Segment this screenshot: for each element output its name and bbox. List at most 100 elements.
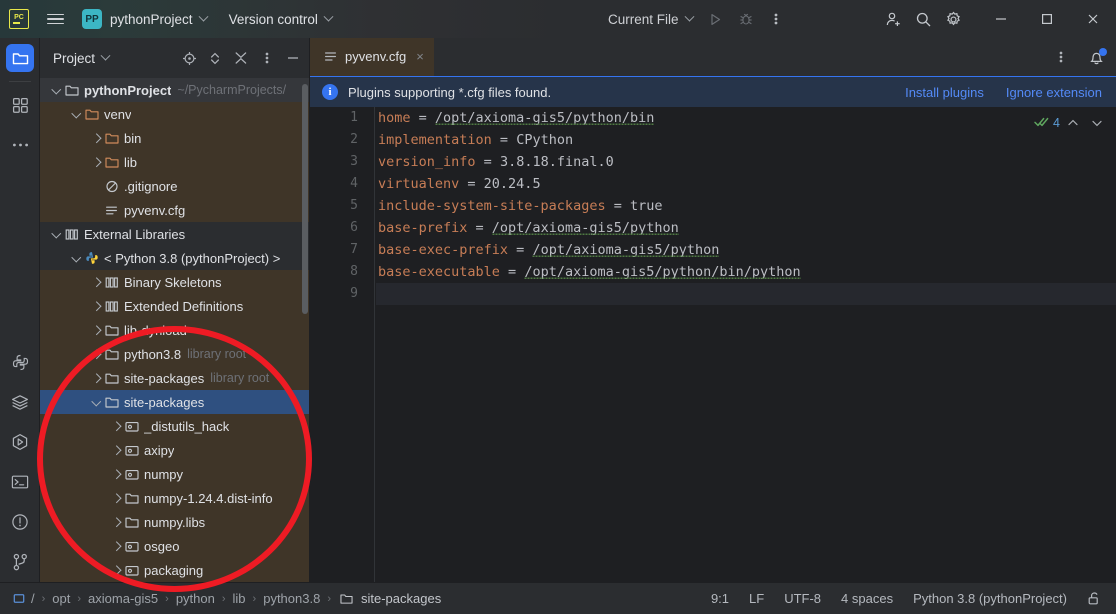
tree-row[interactable]: numpy: [40, 462, 310, 486]
run-icon[interactable]: [701, 0, 731, 38]
tree-row[interactable]: packaging: [40, 558, 310, 582]
breadcrumb-segment[interactable]: site-packages: [361, 591, 441, 606]
code-lines[interactable]: home = /opt/axioma-gis5/python/bin implem…: [376, 107, 1116, 305]
project-tree[interactable]: pythonProject ~/PycharmProjects/ venv bin…: [40, 78, 310, 582]
run-configuration-selector[interactable]: Current File: [608, 11, 694, 27]
inspection-widget[interactable]: 4: [1033, 113, 1108, 133]
tree-row[interactable]: numpy-1.24.4.dist-info: [40, 486, 310, 510]
indent-setting[interactable]: 4 spaces: [841, 591, 893, 606]
code-line[interactable]: base-prefix = /opt/axioma-gis5/python: [376, 217, 1116, 239]
chevron-right-icon[interactable]: [110, 516, 123, 529]
search-icon[interactable]: [908, 0, 938, 38]
chevron-down-icon[interactable]: [90, 396, 103, 409]
more-vertical-icon[interactable]: [761, 0, 791, 38]
file-encoding[interactable]: UTF-8: [784, 591, 821, 606]
project-tree-scrollbar[interactable]: [302, 84, 308, 314]
project-chevron-down-icon[interactable]: [198, 0, 209, 38]
chevron-right-icon[interactable]: [110, 444, 123, 457]
chevron-right-icon[interactable]: [110, 468, 123, 481]
tree-row[interactable]: site-packages: [40, 390, 310, 414]
sidebar-item-terminal[interactable]: [0, 462, 40, 502]
code-line[interactable]: base-executable = /opt/axioma-gis5/pytho…: [376, 261, 1116, 283]
debug-icon[interactable]: [731, 0, 761, 38]
tree-row[interactable]: axipy: [40, 438, 310, 462]
breadcrumb-segment[interactable]: python: [176, 591, 215, 606]
sidebar-item-project[interactable]: [0, 38, 40, 78]
chevron-up-icon[interactable]: [1062, 113, 1084, 133]
tree-row[interactable]: pyvenv.cfg: [40, 198, 310, 222]
breadcrumb-segment[interactable]: python3.8: [263, 591, 320, 606]
chevron-down-icon[interactable]: [50, 84, 63, 97]
close-icon[interactable]: [1070, 0, 1116, 38]
minimize-icon[interactable]: [978, 0, 1024, 38]
chevron-right-icon[interactable]: [90, 348, 103, 361]
maximize-icon[interactable]: [1024, 0, 1070, 38]
unlocked-icon[interactable]: [1087, 591, 1102, 606]
tree-row[interactable]: < Python 3.8 (pythonProject) >: [40, 246, 310, 270]
tree-row[interactable]: python3.8 library root: [40, 342, 310, 366]
interpreter-selector[interactable]: Python 3.8 (pythonProject): [913, 591, 1067, 606]
breadcrumb-segment[interactable]: axioma-gis5: [88, 591, 158, 606]
editor-tab-pyvenv-cfg[interactable]: pyvenv.cfg ×: [310, 38, 434, 76]
breadcrumb-segment[interactable]: opt: [52, 591, 70, 606]
chevron-right-icon[interactable]: [90, 324, 103, 337]
code-editor[interactable]: 1 2 3 4 5 6 7 8 9 home = /opt/axioma-gis5/python…: [310, 107, 1116, 582]
chevron-down-icon[interactable]: [1086, 113, 1108, 133]
chevron-right-icon[interactable]: [110, 492, 123, 505]
more-vertical-icon[interactable]: [254, 45, 280, 71]
caret-position[interactable]: 9:1: [711, 591, 729, 606]
sidebar-item-problems[interactable]: [0, 502, 40, 542]
tree-row[interactable]: External Libraries: [40, 222, 310, 246]
chevron-right-icon[interactable]: [90, 132, 103, 145]
chevron-right-icon[interactable]: [90, 372, 103, 385]
tree-row[interactable]: .gitignore: [40, 174, 310, 198]
sidebar-item-database[interactable]: [0, 382, 40, 422]
tree-row[interactable]: Binary Skeletons: [40, 270, 310, 294]
sidebar-item-python-console[interactable]: [0, 342, 40, 382]
chevron-down-icon[interactable]: [50, 228, 63, 241]
project-name-label[interactable]: pythonProject: [110, 12, 193, 27]
notifications-button[interactable]: [1076, 38, 1116, 76]
chevron-right-icon[interactable]: [90, 276, 103, 289]
code-line[interactable]: implementation = CPython: [376, 129, 1116, 151]
chevron-right-icon[interactable]: [110, 540, 123, 553]
tree-row[interactable]: site-packages library root: [40, 366, 310, 390]
tree-row[interactable]: osgeo: [40, 534, 310, 558]
chevron-down-icon[interactable]: [70, 108, 83, 121]
tree-row[interactable]: pythonProject ~/PycharmProjects/: [40, 78, 310, 102]
breadcrumb-segment[interactable]: lib: [233, 591, 246, 606]
hide-panel-icon[interactable]: [280, 45, 306, 71]
code-line[interactable]: home = /opt/axioma-gis5/python/bin: [376, 107, 1116, 129]
sidebar-item-version-control[interactable]: [0, 542, 40, 582]
ignore-extension-link[interactable]: Ignore extension: [1006, 85, 1102, 100]
code-line[interactable]: version_info = 3.8.18.final.0: [376, 151, 1116, 173]
tree-row[interactable]: Extended Definitions: [40, 294, 310, 318]
tree-row[interactable]: _distutils_hack: [40, 414, 310, 438]
updown-chevrons-icon[interactable]: [202, 45, 228, 71]
tree-row[interactable]: bin: [40, 126, 310, 150]
chevron-right-icon[interactable]: [90, 156, 103, 169]
code-line[interactable]: include-system-site-packages = true: [376, 195, 1116, 217]
sidebar-item-run[interactable]: [0, 422, 40, 462]
install-plugins-link[interactable]: Install plugins: [905, 85, 984, 100]
more-vertical-icon[interactable]: [1048, 38, 1074, 76]
sidebar-item-more-tool-windows[interactable]: [0, 125, 40, 165]
hamburger-menu-icon[interactable]: [38, 0, 72, 38]
tree-row[interactable]: lib: [40, 150, 310, 174]
code-line[interactable]: virtualenv = 20.24.5: [376, 173, 1116, 195]
collapse-all-icon[interactable]: [228, 45, 254, 71]
code-line[interactable]: [376, 283, 1116, 305]
tree-row[interactable]: lib-dynload: [40, 318, 310, 342]
target-icon[interactable]: [176, 45, 202, 71]
sidebar-item-structure[interactable]: [0, 85, 40, 125]
add-user-icon[interactable]: [878, 0, 908, 38]
project-panel-title[interactable]: Project: [53, 50, 111, 66]
chevron-right-icon[interactable]: [110, 564, 123, 577]
gear-icon[interactable]: [938, 0, 968, 38]
chevron-right-icon[interactable]: [90, 300, 103, 313]
close-icon[interactable]: ×: [416, 49, 424, 64]
code-line[interactable]: base-exec-prefix = /opt/axioma-gis5/pyth…: [376, 239, 1116, 261]
breadcrumb-segment[interactable]: /: [31, 591, 35, 606]
tree-row[interactable]: numpy.libs: [40, 510, 310, 534]
breadcrumb[interactable]: / › opt › axioma-gis5 › python › lib › python3.8 › s…: [0, 591, 441, 607]
